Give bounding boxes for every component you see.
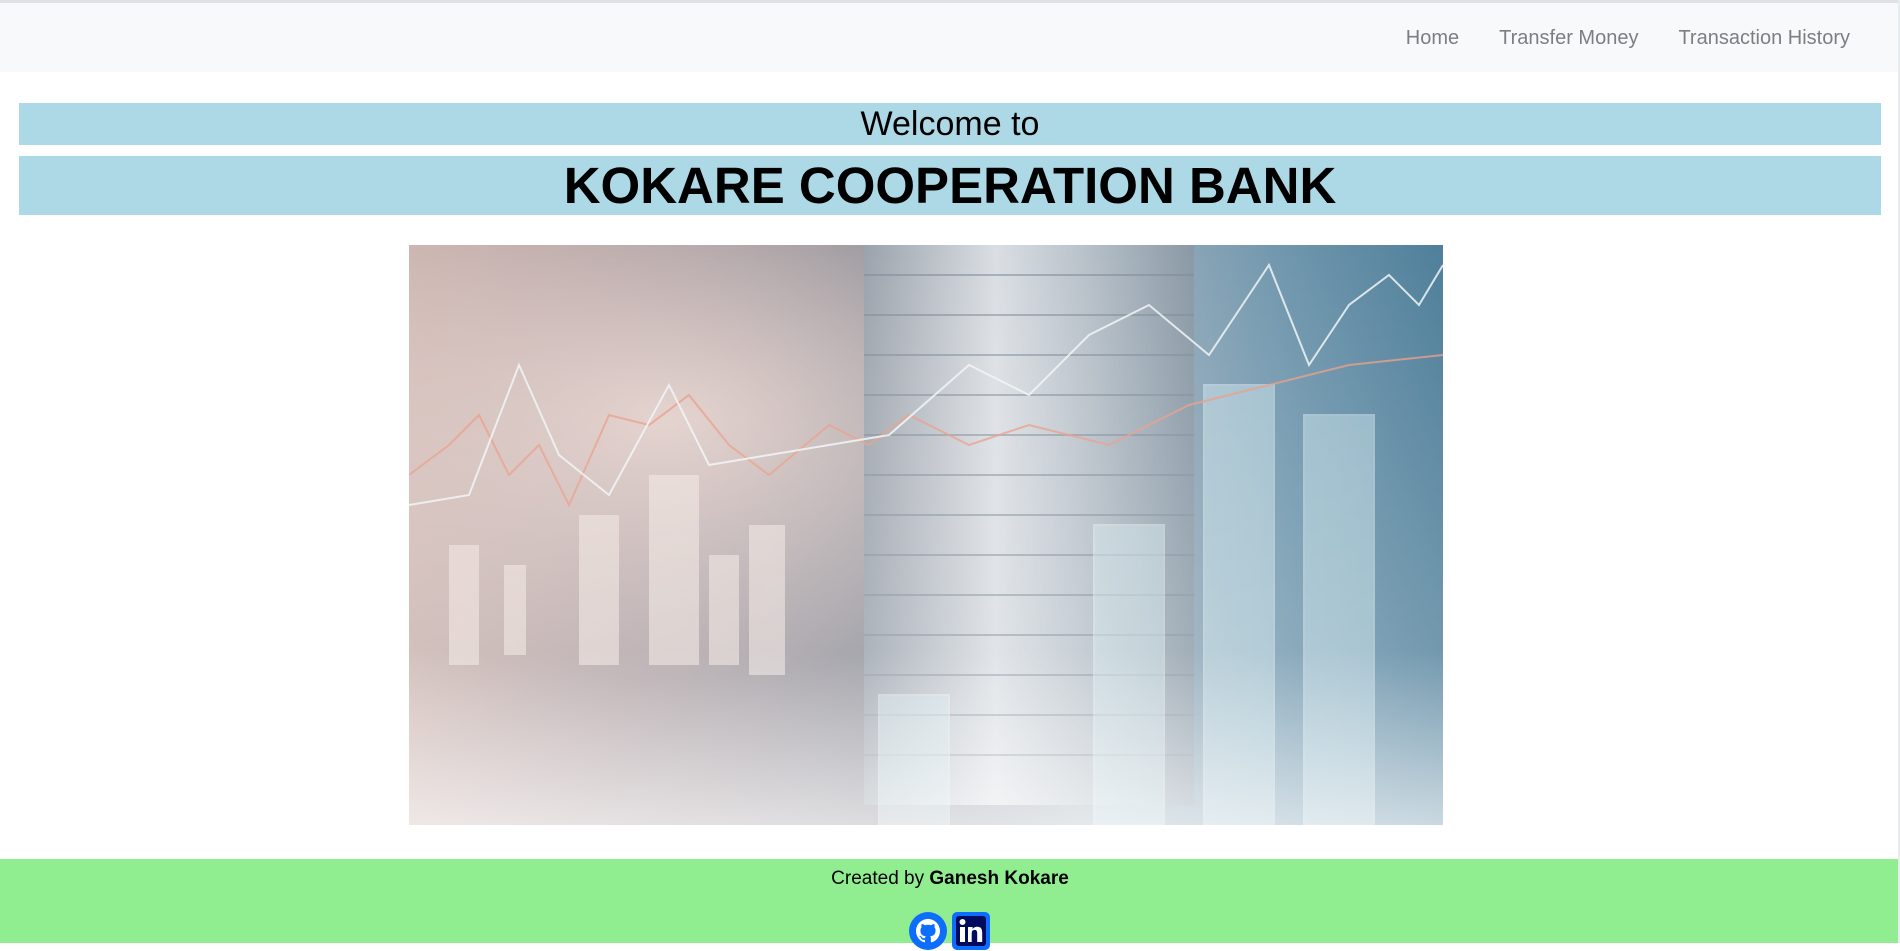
welcome-banner: Welcome to xyxy=(19,103,1881,145)
linkedin-icon[interactable] xyxy=(951,911,991,951)
nav-link-transfer-money[interactable]: Transfer Money xyxy=(1499,27,1638,50)
bank-name-banner: KOKARE COOPERATION BANK xyxy=(19,156,1881,215)
navbar: Home Transfer Money Transaction History xyxy=(0,0,1900,72)
credit-prefix: Created by xyxy=(831,868,925,889)
hero-image xyxy=(409,245,1443,825)
nav-link-transaction-history[interactable]: Transaction History xyxy=(1678,27,1850,50)
github-icon[interactable] xyxy=(908,911,948,951)
nav-links: Home Transfer Money Transaction History xyxy=(1406,27,1850,50)
social-links xyxy=(908,911,991,951)
nav-link-home[interactable]: Home xyxy=(1406,27,1459,50)
credit-author: Ganesh Kokare xyxy=(929,868,1069,889)
footer: Created by Ganesh Kokare xyxy=(0,859,1900,950)
footer-credit: Created by Ganesh Kokare xyxy=(0,864,1900,894)
